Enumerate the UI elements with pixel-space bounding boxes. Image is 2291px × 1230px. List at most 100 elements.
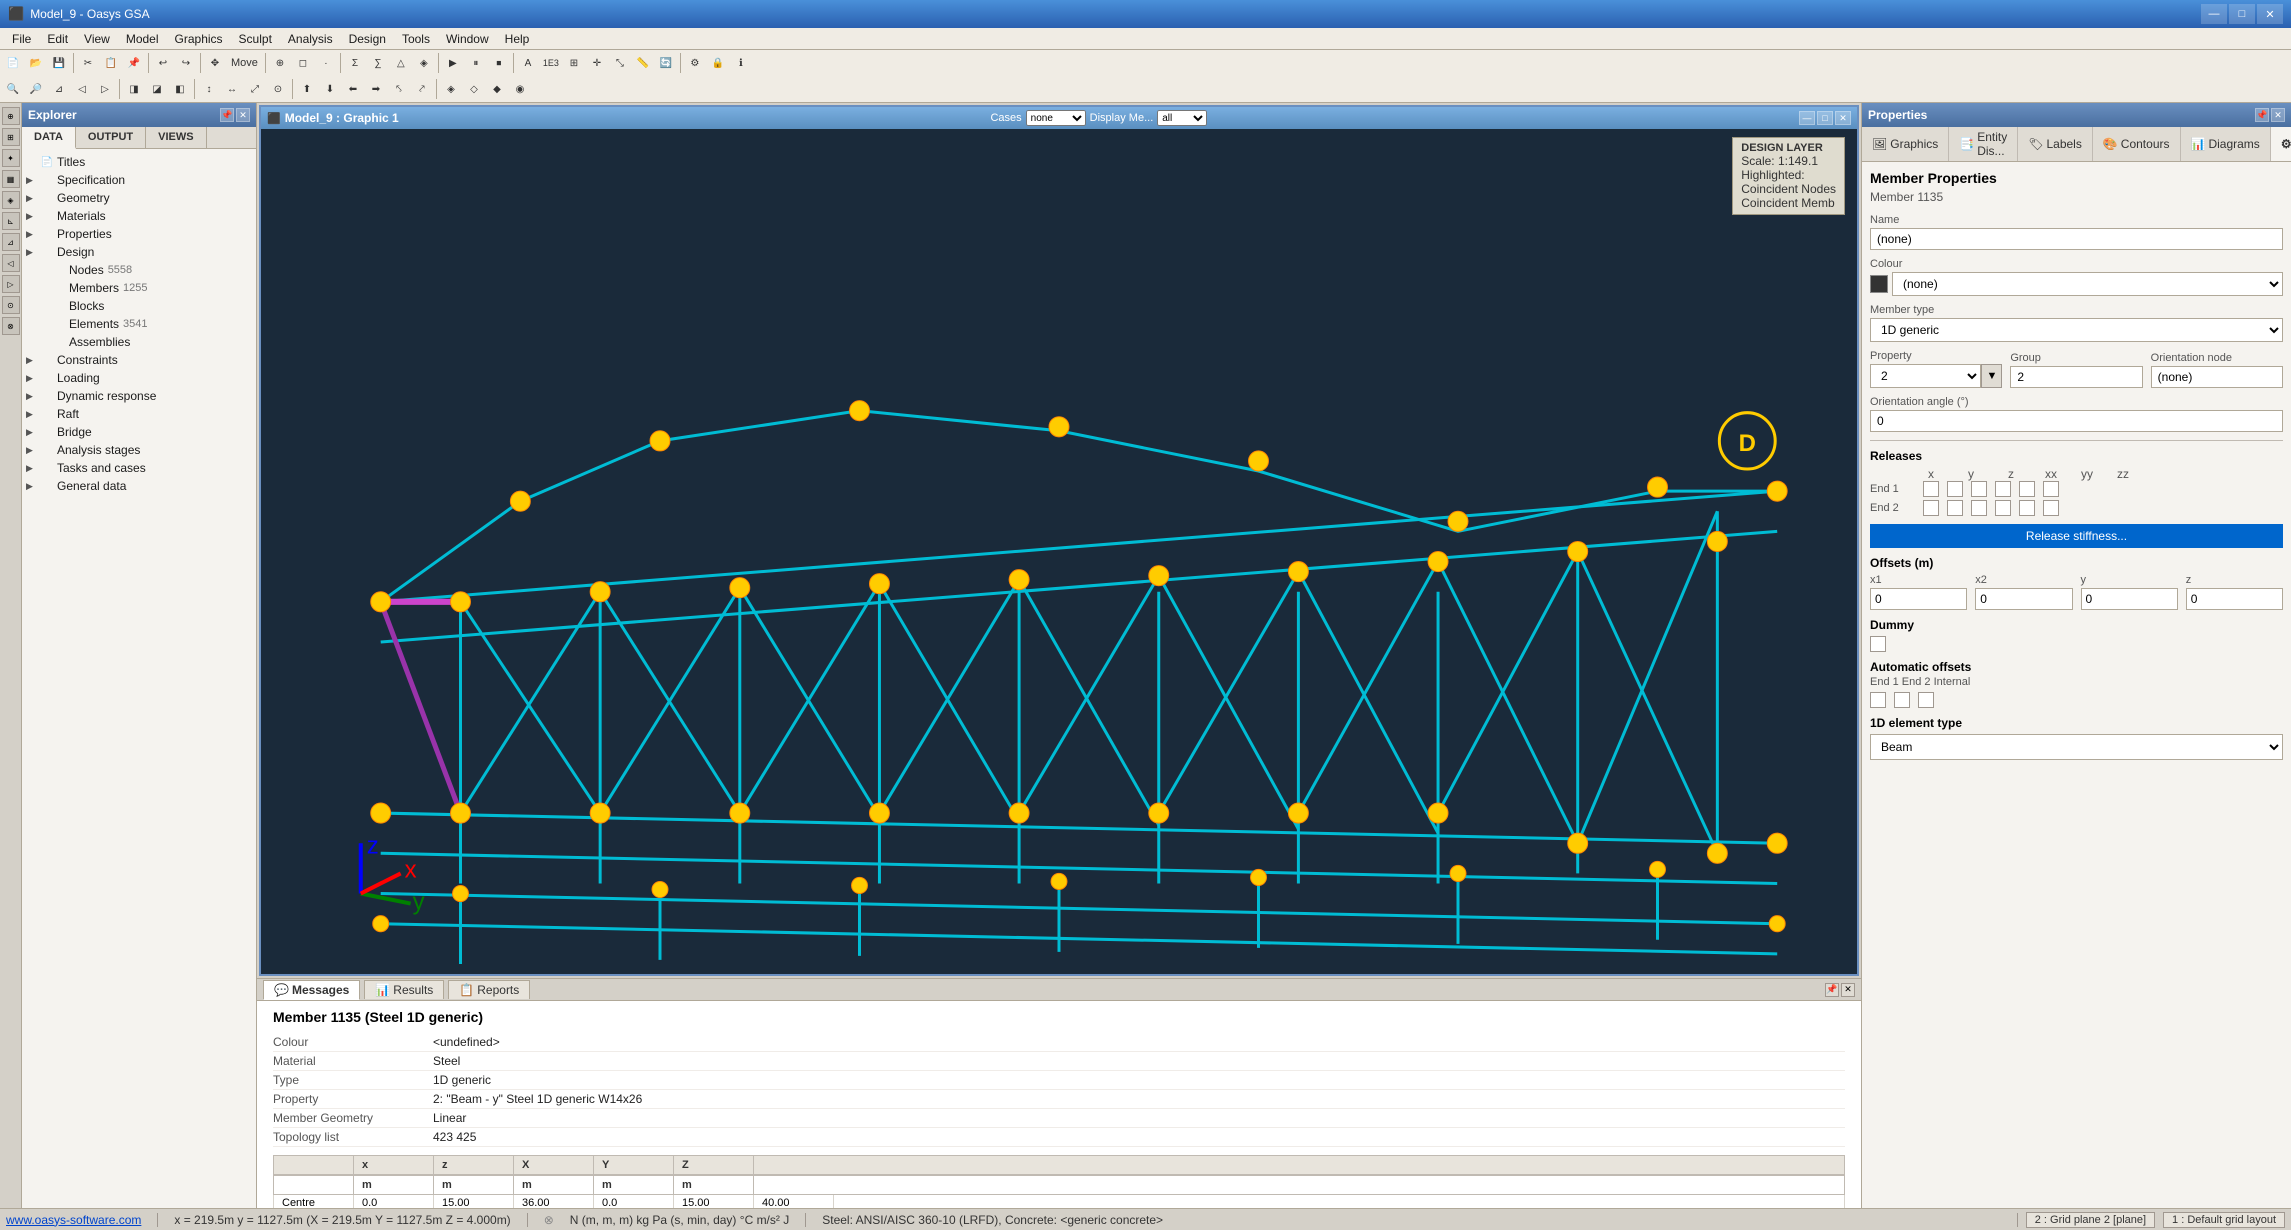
tb-move[interactable]: ✥	[204, 52, 226, 74]
graphic-canvas[interactable]: DESIGN LAYER Scale: 1:149.1 Highlighted:…	[261, 129, 1857, 974]
menu-file[interactable]: File	[4, 30, 39, 48]
display-select[interactable]: all	[1157, 110, 1207, 126]
tb-cursor[interactable]: ⊕	[269, 52, 291, 74]
menu-sculpt[interactable]: Sculpt	[231, 30, 280, 48]
tb-open[interactable]: 📂	[25, 52, 47, 74]
tree-constraints[interactable]: ▶ Constraints	[22, 351, 256, 369]
auto-end1-check[interactable]	[1870, 692, 1886, 708]
tb2-4[interactable]: ◁	[71, 78, 93, 100]
menu-design[interactable]: Design	[341, 30, 394, 48]
tb2-13[interactable]: ⬆	[296, 78, 318, 100]
graphic-minimize[interactable]: —	[1799, 111, 1815, 125]
props-close[interactable]: ✕	[2271, 108, 2285, 122]
tb-select[interactable]: ◻	[292, 52, 314, 74]
graphic-close[interactable]: ✕	[1835, 111, 1851, 125]
tree-assemblies[interactable]: Assemblies	[22, 333, 256, 351]
tb-sum[interactable]: Σ	[344, 52, 366, 74]
tree-raft[interactable]: ▶ Raft	[22, 405, 256, 423]
tb2-17[interactable]: ⤣	[388, 78, 410, 100]
msg-close[interactable]: ✕	[1841, 983, 1855, 997]
explorer-close[interactable]: ✕	[236, 108, 250, 122]
grid-layout-badge[interactable]: 1 : Default grid layout	[2163, 1212, 2285, 1228]
end1-zz-check[interactable]	[2043, 481, 2059, 497]
tb-stop[interactable]: ⏹	[488, 52, 510, 74]
tb-paste[interactable]: 📌	[123, 52, 145, 74]
explorer-pin[interactable]: 📌	[220, 108, 234, 122]
tb-info[interactable]: ℹ	[730, 52, 752, 74]
menu-help[interactable]: Help	[497, 30, 538, 48]
tab-data[interactable]: DATA	[22, 127, 76, 149]
colour-select[interactable]: (none)	[1892, 272, 2283, 296]
tb-scale[interactable]: ⤡	[609, 52, 631, 74]
tb2-1[interactable]: 🔍	[2, 78, 24, 100]
tb2-22[interactable]: ◉	[509, 78, 531, 100]
tree-specification[interactable]: ▶ Specification	[22, 171, 256, 189]
tab-properties-active[interactable]: ⚙ Properties	[2271, 127, 2291, 161]
msg-pin[interactable]: 📌	[1825, 983, 1839, 997]
menu-edit[interactable]: Edit	[39, 30, 76, 48]
end2-yy-check[interactable]	[2019, 500, 2035, 516]
end1-x-check[interactable]	[1923, 481, 1939, 497]
tb2-7[interactable]: ◪	[146, 78, 168, 100]
x2-input[interactable]	[1975, 588, 2072, 610]
menu-view[interactable]: View	[76, 30, 118, 48]
tb-new[interactable]: 📄	[2, 52, 24, 74]
auto-internal-check[interactable]	[1918, 692, 1934, 708]
end1-xx-check[interactable]	[1995, 481, 2011, 497]
side-icon-5[interactable]: ◈	[2, 191, 20, 209]
colour-swatch[interactable]	[1870, 275, 1888, 293]
tab-messages[interactable]: 💬 Messages	[263, 980, 360, 1000]
end1-y-check[interactable]	[1947, 481, 1963, 497]
tab-reports[interactable]: 📋 Reports	[448, 980, 530, 999]
tb2-18[interactable]: ⤤	[411, 78, 433, 100]
tb-cut[interactable]: ✂	[77, 52, 99, 74]
graphic-maximize[interactable]: □	[1817, 111, 1833, 125]
tb-calc1[interactable]: △	[390, 52, 412, 74]
tb2-12[interactable]: ⊙	[267, 78, 289, 100]
tb-run[interactable]: ▶	[442, 52, 464, 74]
tb-rotate[interactable]: 🔄	[655, 52, 677, 74]
x1-input[interactable]	[1870, 588, 1967, 610]
side-icon-9[interactable]: ▷	[2, 275, 20, 293]
tb2-9[interactable]: ↕	[198, 78, 220, 100]
tb2-3[interactable]: ⊿	[48, 78, 70, 100]
tree-members[interactable]: Members 1255	[22, 279, 256, 297]
tb2-11[interactable]: ⤢	[244, 78, 266, 100]
cases-select[interactable]: none	[1026, 110, 1086, 126]
tree-design[interactable]: ▶ Design	[22, 243, 256, 261]
tb2-19[interactable]: ◈	[440, 78, 462, 100]
tb-undo[interactable]: ↩	[152, 52, 174, 74]
end2-zz-check[interactable]	[2043, 500, 2059, 516]
tb-1e3[interactable]: 1E3	[540, 52, 562, 74]
tb2-15[interactable]: ⬅	[342, 78, 364, 100]
tab-graphics-props[interactable]: 🖼 Graphics	[1862, 127, 1949, 161]
tab-diagrams[interactable]: 📊 Diagrams	[2181, 127, 2271, 161]
tab-output[interactable]: OUTPUT	[76, 127, 146, 148]
tb2-20[interactable]: ◇	[463, 78, 485, 100]
tb2-8[interactable]: ◧	[169, 78, 191, 100]
tb2-14[interactable]: ⬇	[319, 78, 341, 100]
side-icon-11[interactable]: ⊗	[2, 317, 20, 335]
end2-xx-check[interactable]	[1995, 500, 2011, 516]
menu-model[interactable]: Model	[118, 30, 167, 48]
tb-redo[interactable]: ↪	[175, 52, 197, 74]
tb-pause[interactable]: ⏸	[465, 52, 487, 74]
side-icon-4[interactable]: ▦	[2, 170, 20, 188]
menu-graphics[interactable]: Graphics	[167, 30, 231, 48]
tab-views[interactable]: VIEWS	[146, 127, 206, 148]
tree-elements[interactable]: Elements 3541	[22, 315, 256, 333]
member-type-select[interactable]: 1D generic	[1870, 318, 2283, 342]
side-icon-3[interactable]: ✦	[2, 149, 20, 167]
tb-text[interactable]: A	[517, 52, 539, 74]
side-icon-7[interactable]: ⊿	[2, 233, 20, 251]
tree-properties[interactable]: ▶ Properties	[22, 225, 256, 243]
tab-entity-dis[interactable]: 📑 Entity Dis...	[1949, 127, 2018, 161]
tree-geometry[interactable]: ▶ Geometry	[22, 189, 256, 207]
side-icon-6[interactable]: ⊾	[2, 212, 20, 230]
website-link[interactable]: www.oasys-software.com	[6, 1213, 141, 1227]
maximize-button[interactable]: □	[2229, 4, 2255, 24]
release-stiffness-btn[interactable]: Release stiffness...	[1870, 524, 2283, 548]
tb2-16[interactable]: ➡	[365, 78, 387, 100]
tree-analysis[interactable]: ▶ Analysis stages	[22, 441, 256, 459]
tree-bridge[interactable]: ▶ Bridge	[22, 423, 256, 441]
